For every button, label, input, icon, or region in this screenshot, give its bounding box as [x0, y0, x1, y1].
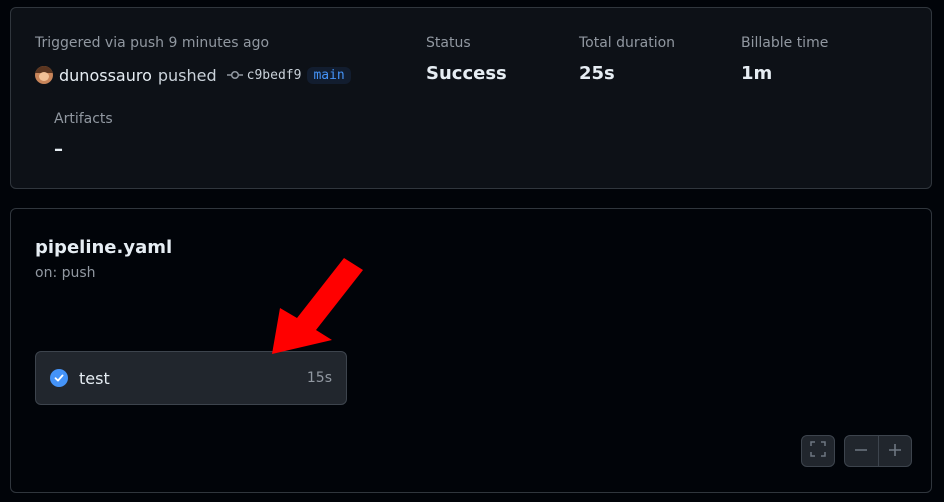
annotation-arrow-icon [272, 258, 363, 354]
